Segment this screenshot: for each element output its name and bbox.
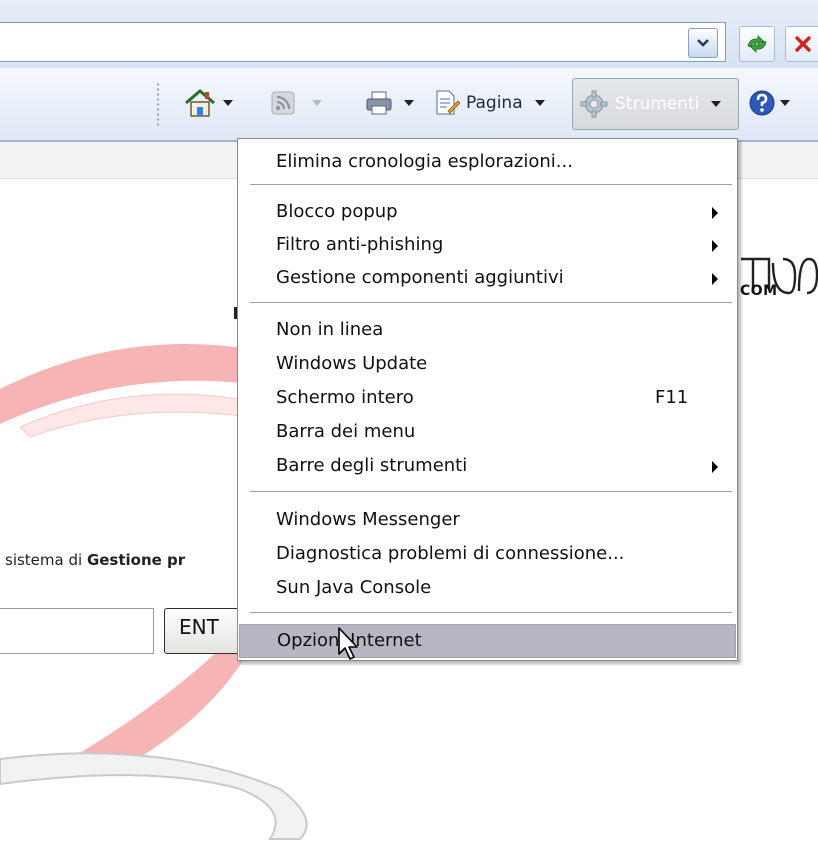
login-input[interactable] — [0, 608, 154, 654]
chevron-down-icon — [711, 101, 722, 107]
command-bar: Pagina Strumenti — [0, 68, 818, 142]
toolbar-grip[interactable] — [156, 82, 160, 126]
menu-separator — [250, 184, 732, 185]
tools-menu-label: Strumenti — [615, 94, 700, 114]
stop-button[interactable] — [785, 26, 818, 62]
menu-separator — [250, 491, 732, 492]
menu-item-label: Windows Update — [276, 353, 428, 374]
home-button[interactable] — [183, 82, 233, 124]
mouse-cursor-icon — [338, 627, 358, 660]
menu-item-toolbars[interactable]: Barre degli strumenti — [239, 451, 736, 481]
submenu-arrow-icon — [712, 207, 718, 219]
menu-item-label: Barre degli strumenti — [276, 455, 468, 476]
menu-separator — [250, 302, 732, 303]
page-intro-text: sistema di Gestione pr — [5, 551, 185, 569]
address-input[interactable] — [0, 22, 726, 62]
menu-separator — [250, 612, 732, 613]
feeds-button[interactable] — [270, 82, 322, 124]
menu-item-windows-messenger[interactable]: Windows Messenger — [239, 505, 736, 535]
menu-item-label: Non in linea — [276, 319, 384, 340]
menu-item-label: Elimina cronologia esplorazioni... — [276, 151, 573, 172]
menu-item-java-console[interactable]: Sun Java Console — [239, 573, 736, 603]
menu-item-popup-blocker[interactable]: Blocco popup — [239, 197, 736, 227]
address-bar-row — [0, 0, 818, 69]
submenu-arrow-icon — [712, 240, 718, 252]
help-button[interactable] — [748, 82, 790, 124]
gear-icon — [580, 90, 608, 118]
menu-item-full-screen[interactable]: Schermo intero F11 — [239, 383, 736, 413]
menu-item-phishing-filter[interactable]: Filtro anti-phishing — [239, 230, 736, 260]
chevron-down-icon[interactable] — [534, 100, 545, 106]
menu-item-label: Windows Messenger — [276, 509, 460, 530]
menu-item-label: Diagnostica problemi di connessione... — [276, 543, 625, 564]
refresh-button[interactable] — [739, 26, 775, 62]
page-menu-button[interactable]: Pagina — [434, 82, 545, 124]
menu-item-internet-options[interactable]: Opzioni Internet — [239, 624, 736, 658]
menu-item-label: Blocco popup — [276, 201, 398, 222]
printer-icon — [366, 91, 392, 115]
menu-item-work-offline[interactable]: Non in linea — [239, 315, 736, 345]
refresh-icon — [747, 35, 767, 53]
logo-text: COM — [740, 283, 778, 299]
menu-item-label: Sun Java Console — [276, 577, 432, 598]
help-icon — [749, 90, 775, 116]
chevron-down-icon[interactable] — [404, 100, 414, 106]
submenu-arrow-icon — [712, 461, 718, 473]
close-icon — [795, 36, 811, 52]
chevron-down-icon[interactable] — [223, 100, 233, 106]
tools-menu-button[interactable]: Strumenti — [572, 78, 739, 130]
menu-item-label: Schermo intero — [276, 387, 414, 408]
page-text-bold: Gestione pr — [86, 551, 186, 569]
chevron-down-icon[interactable] — [312, 100, 322, 106]
menu-item-menu-bar[interactable]: Barra dei menu — [239, 417, 736, 447]
menu-item-label: Barra dei menu — [276, 421, 416, 442]
page-text-prefix: sistema di — [5, 551, 87, 569]
menu-item-manage-addons[interactable]: Gestione componenti aggiuntivi — [239, 263, 736, 293]
address-dropdown-button[interactable] — [688, 28, 718, 58]
home-icon — [185, 89, 215, 117]
menu-item-label: Gestione componenti aggiuntivi — [276, 267, 564, 288]
tools-dropdown-menu: Elimina cronologia esplorazioni... Blocc… — [237, 138, 738, 661]
menu-item-diagnose-connection[interactable]: Diagnostica problemi di connessione... — [239, 539, 736, 569]
menu-item-clear-history[interactable]: Elimina cronologia esplorazioni... — [239, 147, 736, 177]
feed-icon — [271, 91, 295, 115]
submenu-arrow-icon — [712, 273, 718, 285]
page-icon — [436, 90, 460, 115]
chevron-down-icon[interactable] — [780, 100, 790, 106]
menu-item-shortcut: F11 — [655, 387, 689, 408]
print-button[interactable] — [364, 82, 414, 124]
menu-item-windows-update[interactable]: Windows Update — [239, 349, 736, 379]
menu-item-label: Filtro anti-phishing — [276, 234, 444, 255]
chevron-down-icon — [697, 39, 709, 47]
page-menu-label: Pagina — [466, 93, 523, 113]
